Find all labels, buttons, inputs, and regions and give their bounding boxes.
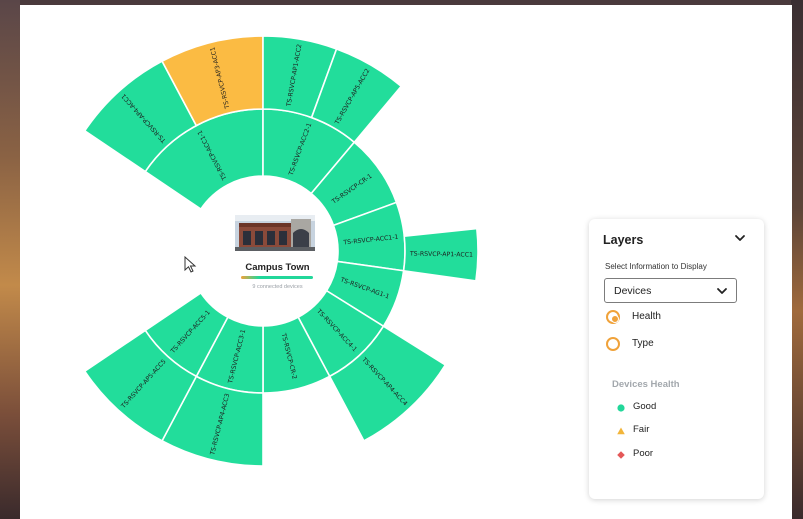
center-subtitle: 9 connected devices [252,284,303,290]
chevron-down-icon [717,288,727,294]
display-select[interactable]: Devices [604,278,737,303]
poor-diamond-icon [617,451,625,459]
panel-title: Layers [603,233,644,247]
panel-help-text: Select Information to Display [605,262,707,271]
chevron-down-icon[interactable] [733,231,747,245]
legend-good-label: Good [633,401,657,412]
background-left [0,0,20,519]
center-card[interactable]: Campus Town 9 connected devices [215,205,315,305]
legend-title: Devices Health [612,379,680,390]
radio-health-indicator [606,310,620,324]
select-value: Devices [614,285,652,297]
background-right [791,0,803,519]
mouse-cursor-icon [184,256,197,273]
fair-triangle-icon [617,427,625,435]
health-bar [241,276,313,279]
building-image [235,215,315,251]
good-circle-icon [617,404,625,412]
center-title: Campus Town [245,262,310,273]
layers-panel: Layers Select Information to Display Dev… [589,219,764,499]
radio-type-indicator [606,337,620,351]
radio-type-label: Type [632,338,654,349]
app-window: TS-RSVCP-ACC1-1 TS-RSVCP-ACC2-1 TS-RSVCP-C… [20,5,792,519]
radio-health-label: Health [632,311,661,322]
outer-ring-segment[interactable] [402,227,479,282]
legend-fair-label: Fair [633,424,650,435]
legend-poor-label: Poor [633,448,654,459]
